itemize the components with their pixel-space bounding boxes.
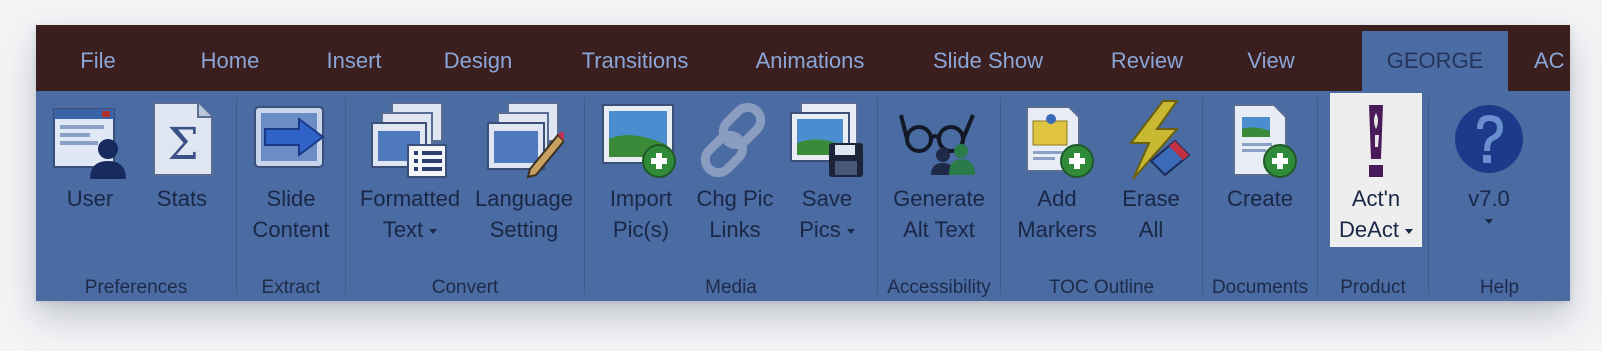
group-media: Import Pic(s) Chg Pic Links Save Pics Me…	[585, 91, 877, 301]
tab-design[interactable]: Design	[434, 31, 522, 91]
actn-deact-button[interactable]: Act'n DeAct	[1330, 93, 1422, 247]
formatted-text-label-1: Formatted	[359, 186, 461, 211]
group-label-extract: Extract	[261, 277, 321, 298]
generate-alt-text-label-2: Alt Text	[903, 217, 975, 242]
import-pics-button[interactable]: Import Pic(s)	[599, 93, 683, 247]
erase-all-button[interactable]: Erase All	[1109, 93, 1193, 247]
svg-text:Σ: Σ	[167, 119, 198, 170]
george-logo-icon	[1336, 99, 1416, 181]
add-markers-label-1: Add	[1037, 186, 1077, 211]
create-document-icon	[1220, 99, 1300, 181]
group-label-media: Media	[705, 277, 757, 298]
group-label-toc-outline: TOC Outline	[1048, 277, 1155, 298]
generate-alt-text-button[interactable]: Generate Alt Text	[890, 93, 988, 247]
import-pics-label-1: Import	[609, 186, 673, 211]
slide-arrow-icon	[251, 99, 331, 181]
erase-all-label-2: All	[1138, 217, 1164, 242]
stats-button[interactable]: Σ Stats	[146, 93, 218, 247]
formatted-slides-icon	[370, 99, 450, 181]
group-extract: Slide Content Extract	[237, 91, 345, 301]
chg-pic-links-label-1: Chg Pic	[696, 186, 774, 211]
language-setting-button[interactable]: Language Setting	[472, 93, 576, 247]
add-markers-label-2: Markers	[1017, 217, 1097, 242]
actn-deact-label-2: DeAct	[1339, 217, 1399, 242]
dropdown-caret-icon	[1404, 228, 1413, 234]
formatted-text-button[interactable]: Formatted Text	[356, 93, 464, 247]
dropdown-caret-icon	[846, 228, 855, 234]
save-pictures-icon	[787, 99, 867, 181]
ribbon-tab-bar: File Home Insert Design Transitions Anim…	[36, 25, 1570, 91]
erase-all-label-1: Erase	[1122, 186, 1180, 211]
dropdown-caret-icon	[429, 228, 438, 234]
add-marker-icon	[1017, 99, 1097, 181]
chg-pic-links-button[interactable]: Chg Pic Links	[693, 93, 777, 247]
user-button[interactable]: User	[48, 93, 132, 247]
group-label-product: Product	[1340, 277, 1406, 298]
group-label-documents: Documents	[1211, 277, 1309, 298]
group-documents: Create Documents	[1203, 91, 1317, 301]
tab-home[interactable]: Home	[186, 31, 274, 91]
tab-review[interactable]: Review	[1098, 31, 1196, 91]
help-version-button[interactable]: v7.0	[1439, 93, 1539, 247]
group-toc-outline: Add Markers Erase All TOC Outline	[1001, 91, 1202, 301]
formatted-text-label-2: Text	[382, 217, 424, 242]
slide-content-button[interactable]: Slide Content	[247, 93, 335, 247]
group-label-convert: Convert	[431, 277, 499, 298]
group-label-help: Help	[1479, 277, 1520, 298]
dropdown-caret-icon	[1485, 219, 1493, 224]
actn-deact-label-1: Act'n	[1351, 186, 1401, 211]
tab-animations[interactable]: Animations	[742, 31, 878, 91]
language-pencil-icon	[484, 99, 564, 181]
import-picture-icon	[601, 99, 681, 181]
sigma-document-icon: Σ	[142, 99, 222, 181]
user-window-icon	[50, 99, 130, 181]
tab-transitions[interactable]: Transitions	[568, 31, 702, 91]
save-pics-button[interactable]: Save Pics	[785, 93, 869, 247]
slide-content-label-1: Slide	[266, 186, 316, 211]
create-button[interactable]: Create	[1217, 93, 1303, 247]
chain-link-icon	[695, 99, 775, 181]
group-product: Act'n DeAct Product	[1318, 91, 1428, 301]
tab-insert[interactable]: Insert	[314, 31, 394, 91]
help-question-icon	[1449, 99, 1529, 181]
ribbon-window: File Home Insert Design Transitions Anim…	[36, 25, 1570, 301]
save-pics-label-1: Save	[801, 186, 853, 211]
group-convert: Formatted Text Language Setting Convert	[346, 91, 584, 301]
language-setting-label-2: Setting	[489, 217, 559, 242]
group-help: v7.0 Help	[1429, 91, 1570, 301]
tab-view[interactable]: View	[1236, 31, 1306, 91]
tab-ac[interactable]: AC	[1534, 31, 1570, 91]
save-pics-label-2: Pics	[799, 217, 841, 242]
ribbon-body: User Σ Stats Preferences Slide Content E…	[36, 91, 1570, 301]
tab-slide-show[interactable]: Slide Show	[920, 31, 1056, 91]
import-pics-label-2: Pic(s)	[612, 217, 670, 242]
version-label: v7.0	[1468, 186, 1510, 211]
user-label: User	[66, 186, 114, 211]
tab-george[interactable]: GEORGE	[1362, 31, 1508, 91]
tab-file[interactable]: File	[60, 31, 136, 91]
group-preferences: User Σ Stats Preferences	[36, 91, 236, 301]
add-markers-button[interactable]: Add Markers	[1011, 93, 1103, 247]
glasses-people-icon	[899, 99, 979, 181]
language-setting-label-1: Language	[475, 186, 573, 211]
chg-pic-links-label-2: Links	[709, 217, 761, 242]
slide-content-label-2: Content	[252, 217, 330, 242]
group-accessibility: Generate Alt Text Accessibility	[878, 91, 1000, 301]
lightning-eraser-icon	[1111, 99, 1191, 181]
group-label-preferences: Preferences	[84, 277, 188, 298]
group-label-accessibility: Accessibility	[887, 277, 991, 298]
stats-label: Stats	[156, 186, 208, 211]
generate-alt-text-label-1: Generate	[893, 186, 985, 211]
create-label: Create	[1226, 186, 1294, 211]
